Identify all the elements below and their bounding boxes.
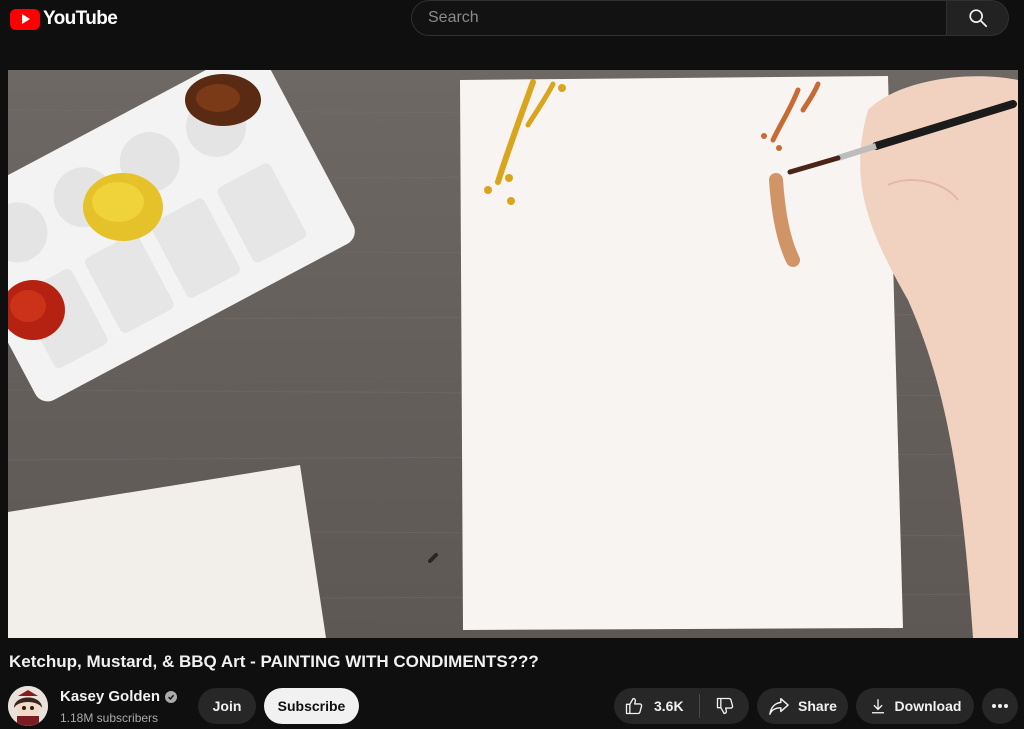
like-count: 3.6K: [654, 698, 684, 714]
youtube-logo[interactable]: YouTube: [10, 8, 118, 30]
search-button[interactable]: [946, 0, 1009, 36]
subscribe-button[interactable]: Subscribe: [264, 688, 359, 724]
like-dislike-group: 3.6K: [614, 688, 749, 724]
channel-name[interactable]: Kasey Golden: [60, 688, 160, 705]
more-horizontal-icon: [992, 704, 1008, 708]
avatar-image: [8, 686, 48, 726]
verified-check-icon: [165, 690, 178, 703]
youtube-play-icon: [10, 8, 40, 30]
subscriber-count: 1.18M subscribers: [60, 711, 159, 725]
thumbs-up-icon: [625, 697, 643, 715]
channel-avatar[interactable]: [8, 686, 48, 726]
download-label: Download: [894, 698, 962, 714]
video-player[interactable]: [8, 70, 1018, 638]
logo-text: YouTube: [43, 8, 118, 29]
download-button[interactable]: Download: [856, 688, 974, 724]
more-actions-button[interactable]: [982, 688, 1018, 724]
dislike-button[interactable]: [700, 688, 749, 724]
share-button[interactable]: Share: [757, 688, 848, 724]
video-title: Ketchup, Mustard, & BBQ Art - PAINTING W…: [9, 652, 539, 671]
channel-name-row: Kasey Golden: [60, 688, 178, 705]
download-icon: [871, 699, 884, 714]
video-frame: [8, 70, 1018, 638]
search-bar: [411, 0, 1009, 38]
like-button[interactable]: 3.6K: [614, 688, 699, 724]
share-label: Share: [798, 698, 837, 714]
share-arrow-icon: [769, 698, 789, 715]
join-button[interactable]: Join: [198, 688, 256, 724]
thumbs-down-icon: [716, 697, 733, 715]
search-input[interactable]: [411, 0, 946, 36]
masthead: YouTube: [0, 0, 1024, 40]
search-icon: [968, 9, 987, 28]
